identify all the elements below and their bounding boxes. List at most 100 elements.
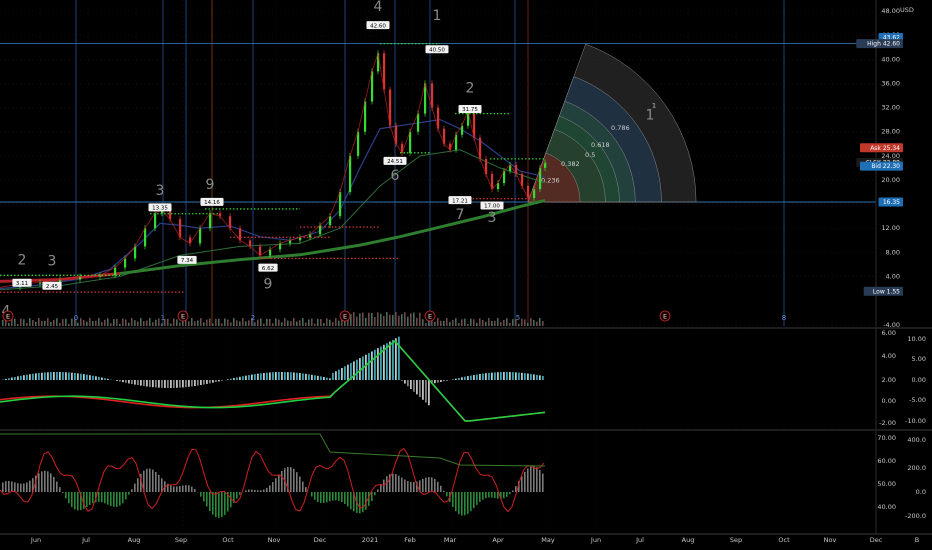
macd-histogram-bar (509, 372, 511, 380)
oscillator-right-tick-1: 200.0 (907, 464, 926, 472)
volume-bar (116, 318, 118, 326)
volume-bar (461, 319, 463, 326)
volume-bar (194, 321, 196, 326)
macd-histogram-bar (188, 380, 190, 387)
fib-level-label-4: 0.786 (611, 124, 630, 132)
macd-histogram-bar (98, 376, 100, 380)
oscillator-bar (122, 492, 124, 504)
volume-bar (50, 321, 52, 326)
price-label-10: 17.21 (452, 198, 468, 204)
volume-bar (479, 318, 481, 326)
oscillator-left-tick-0: 70.00 (877, 434, 896, 442)
fib-level-label-1: 0.382 (561, 160, 580, 168)
volume-bar (179, 322, 181, 326)
oscillator-bar (335, 492, 337, 501)
oscillator-bar (77, 492, 79, 511)
oscillator-bar (185, 485, 187, 492)
macd-histogram-bar (329, 378, 331, 380)
oscillator-bar (269, 485, 271, 492)
volume-bar (338, 320, 340, 326)
macd-histogram-bar (14, 376, 16, 380)
volume-bar (443, 320, 445, 326)
volume-bar (47, 318, 49, 326)
volume-bar (254, 322, 256, 326)
volume-bar (143, 321, 145, 326)
volume-bar (368, 312, 370, 326)
wave-label-4: 9 (206, 177, 215, 193)
macd-left-tick-2: 2.00 (882, 376, 896, 384)
oscillator-bar (290, 467, 292, 492)
macd-histogram-bar (80, 373, 82, 380)
macd-histogram-bar (488, 372, 490, 380)
volume-bar (491, 320, 493, 326)
macd-histogram-bar (191, 380, 193, 387)
volume-bar (434, 321, 436, 326)
oscillator-bar (371, 492, 373, 501)
volume-bar (332, 322, 334, 326)
main-y-tick-3: 36.00 (881, 79, 900, 87)
volume-bar (278, 319, 280, 326)
price-label-11: 17.00 (484, 204, 500, 210)
volume-bar (242, 318, 244, 326)
oscillator-bar (98, 492, 100, 502)
macd-histogram-bar (521, 372, 523, 380)
macd-histogram-bar (128, 380, 130, 384)
macd-histogram-bar (254, 374, 256, 380)
oscillator-bar (464, 492, 466, 516)
volume-bar (23, 319, 25, 326)
macd-histogram-bar (164, 380, 166, 388)
oscillator-right-tick-2: 0.0 (916, 488, 926, 496)
volume-bar (26, 322, 28, 326)
volume-bar (419, 312, 421, 326)
macd-histogram-bar (539, 375, 541, 380)
macd-histogram-bar (44, 372, 46, 380)
macd-histogram-bar (248, 375, 250, 380)
macd-histogram-bar (86, 374, 88, 380)
oscillator-bar (485, 492, 487, 499)
oscillator-bar (236, 492, 238, 499)
volume-bar (518, 323, 520, 326)
oscillator-bar (533, 466, 535, 492)
volume-bar (92, 321, 94, 326)
wave-label-3: 3 (156, 183, 165, 199)
macd-histogram-bar (257, 373, 259, 380)
oscillator-bar (128, 492, 130, 495)
macd-histogram-bar (293, 372, 295, 380)
volume-bar (521, 318, 523, 326)
volume-bar (299, 320, 301, 326)
macd-histogram-bar (299, 373, 301, 380)
oscillator-bar (125, 492, 127, 500)
candle-body (339, 192, 342, 217)
volume-bar (458, 322, 460, 326)
oscillator-bar (68, 492, 70, 504)
macd-histogram-bar (194, 380, 196, 387)
volume-bar (422, 319, 424, 326)
x-tick-3: Sep (175, 536, 187, 544)
macd-histogram-bar (200, 380, 202, 386)
volume-bar (533, 320, 535, 326)
price-label-8: 31.75 (462, 107, 478, 113)
x-tick-8: Feb (404, 536, 416, 544)
oscillator-bar (296, 472, 298, 492)
oscillator-bar (359, 492, 361, 514)
oscillator-bar (428, 477, 430, 492)
macd-histogram-bar (95, 376, 97, 380)
price-tag-1: High 42.60 (867, 41, 900, 48)
oscillator-bar (137, 478, 139, 492)
volume-bar (32, 320, 34, 326)
oscillator-bar (263, 489, 265, 492)
volume-bar (161, 323, 163, 326)
x-tick-10: Apr (492, 536, 504, 544)
macd-histogram-bar (413, 380, 415, 392)
volume-bar (38, 318, 40, 326)
x-tick-4: Oct (222, 536, 234, 544)
oscillator-bar (14, 482, 16, 492)
macd-histogram-bar (272, 372, 274, 380)
macd-histogram-bar (47, 372, 49, 380)
volume-bar (542, 321, 544, 326)
wave-label-9: 6 (391, 168, 400, 184)
volume-bar (203, 322, 205, 326)
macd-histogram-bar (518, 372, 520, 380)
macd-histogram-bar (338, 369, 340, 380)
macd-histogram-bar (458, 377, 460, 380)
